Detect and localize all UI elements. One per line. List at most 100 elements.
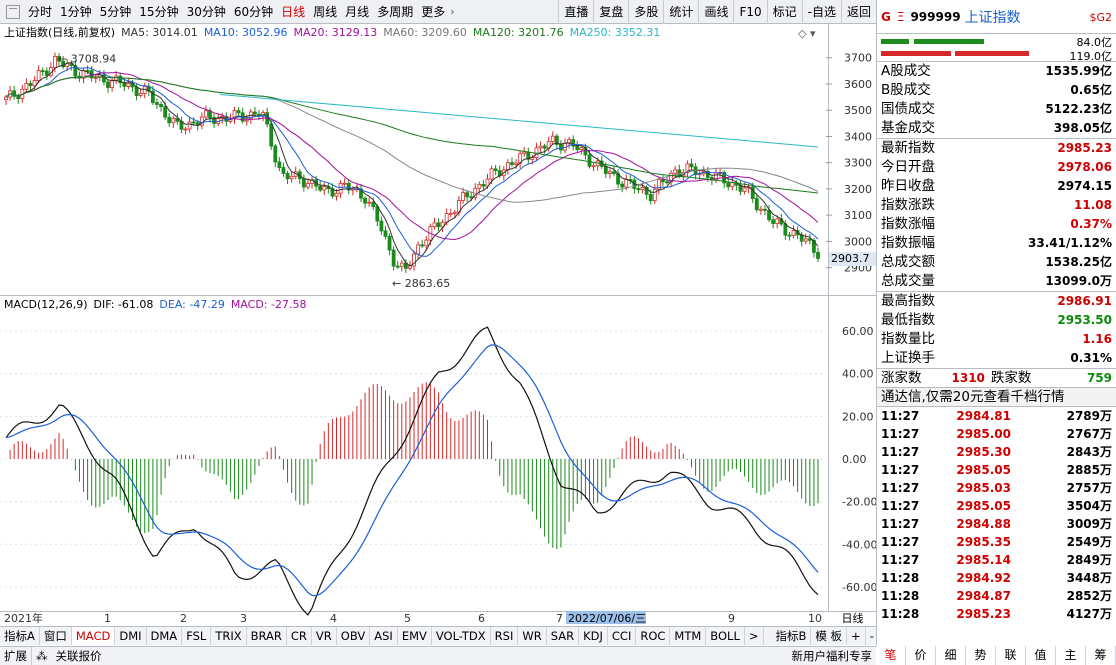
ma5-line [5, 62, 819, 267]
candle-body [416, 244, 421, 255]
ind-tab-asi[interactable]: ASI [370, 627, 398, 645]
tick-price: 2984.87 [956, 589, 1011, 603]
candle-body [465, 192, 469, 198]
ad-banner[interactable]: 通达信,仅需20元查看千档行情 [877, 388, 1116, 407]
tick-volume: 2885万 [1066, 463, 1112, 477]
ind-tab-dma[interactable]: DMA [147, 627, 183, 645]
dea-value: DEA: -47.29 [159, 297, 225, 311]
candle-body [771, 219, 776, 224]
quote-row-value: 2978.06 [1057, 160, 1112, 174]
live-button[interactable]: 直播 [558, 0, 593, 24]
ind-tab-obv[interactable]: OBV [337, 627, 371, 645]
tab-xi[interactable]: 细 [936, 646, 966, 665]
macd-title: MACD(12,26,9) [4, 297, 88, 311]
ind-tab-wr[interactable]: WR [518, 627, 547, 645]
tab-60min[interactable]: 60分钟 [230, 0, 277, 24]
tab-weekly[interactable]: 周线 [309, 0, 341, 24]
ind-tab-trix[interactable]: TRIX [211, 627, 247, 645]
group-icon[interactable]: G [881, 10, 891, 24]
ind-tab-roc[interactable]: ROC [636, 627, 671, 645]
tab-chou[interactable]: 筹 [1086, 646, 1116, 665]
quote-row-value: 1538.25亿 [1045, 255, 1112, 269]
kline-macd-chart[interactable]: ← 3708.94 ← 2863.65 3700 3600 3500 3400 3300 3… [0, 24, 877, 625]
related-quotes-icon[interactable]: ⁂ [31, 647, 52, 665]
chart-collapse-icons[interactable]: ◇ ▾ [798, 27, 815, 40]
ind-tab-kdj[interactable]: KDJ [579, 627, 608, 645]
tab-fenshi[interactable]: 分时 [24, 0, 56, 24]
candle-body [40, 70, 45, 73]
ind-tab-brar[interactable]: BRAR [247, 627, 287, 645]
quote-row: 国债成交 5122.23亿 [877, 100, 1116, 119]
candle-body [591, 165, 596, 168]
draw-line-button[interactable]: 画线 [698, 0, 733, 24]
macd-value: MACD: -27.58 [230, 297, 307, 311]
tab-jia[interactable]: 价 [906, 646, 936, 665]
ind-tab-dmi[interactable]: DMI [115, 627, 147, 645]
tab-daily[interactable]: 日线 [277, 0, 309, 24]
quote-row-label: 最低指数 [881, 312, 935, 328]
ind-tab-b[interactable]: 指标B [772, 627, 812, 645]
ind-tab-window[interactable]: 窗口 [40, 627, 72, 645]
review-button[interactable]: 复盘 [593, 0, 628, 24]
ind-tab-next[interactable]: > [745, 627, 764, 645]
tab-bi[interactable]: 笔 [876, 646, 906, 665]
ind-tab-cr[interactable]: CR [287, 627, 312, 645]
tab-15min[interactable]: 15分钟 [135, 0, 182, 24]
tab-1min[interactable]: 1分钟 [56, 0, 96, 24]
candle-body [204, 110, 208, 118]
remove-watchlist-button[interactable]: -自选 [801, 0, 841, 24]
sg-badge[interactable]: $G2 [1089, 11, 1112, 24]
tick-row: 11:27 2985.05 3504万 [877, 497, 1116, 515]
back-button[interactable]: 返回 [840, 0, 876, 24]
tab-30min[interactable]: 30分钟 [183, 0, 230, 24]
date-axis-label: 4 [330, 612, 337, 624]
candle-body [612, 171, 616, 174]
expand-button[interactable]: 扩展 [0, 647, 31, 665]
candle-body [726, 182, 731, 188]
ind-tab-sar[interactable]: SAR [547, 627, 580, 645]
tick-list[interactable]: 11:27 2984.81 2789万 11:27 2985.00 2767万 11:27 2… [877, 407, 1116, 623]
mark-button[interactable]: 标记 [766, 0, 802, 24]
chart-area[interactable]: ← 3708.94 ← 2863.65 3700 3600 3500 3400 3300 3… [0, 24, 877, 625]
tick-time: 11:27 [881, 535, 920, 549]
tab-zhi[interactable]: 值 [1026, 646, 1056, 665]
ind-tab-template[interactable]: 模 板 [811, 627, 848, 645]
quote-row: 指数涨跌 11.08 [877, 196, 1116, 215]
candle-body [363, 197, 367, 204]
ind-tab-fsl[interactable]: FSL [182, 627, 212, 645]
quote-row-value: 1535.99亿 [1045, 64, 1112, 78]
ind-tab-mtm[interactable]: MTM [670, 627, 707, 645]
ind-tab-cci[interactable]: CCI [608, 627, 637, 645]
candle-body [371, 201, 376, 207]
tab-lian[interactable]: 联 [996, 646, 1026, 665]
multi-stock-button[interactable]: 多股 [628, 0, 663, 24]
ind-tab-macd[interactable]: MACD [71, 627, 116, 645]
zoom-in-button[interactable]: + [847, 627, 866, 645]
price-axis-label: 3100 [844, 209, 872, 222]
ind-tab-boll[interactable]: BOLL [706, 627, 745, 645]
ind-tab-emv[interactable]: EMV [398, 627, 432, 645]
zoom-out-button[interactable]: - [866, 627, 876, 645]
tick-volume: 2767万 [1066, 427, 1112, 441]
related-quotes-button[interactable]: 关联报价 [52, 647, 106, 665]
tab-more[interactable]: 更多 [417, 0, 449, 24]
ind-tab-a[interactable]: 指标A [0, 627, 40, 645]
candle-body [253, 111, 257, 115]
tab-monthly[interactable]: 月线 [341, 0, 373, 24]
quote-panel-tabs: 笔 价 细 势 联 值 主 筹 [876, 646, 1116, 665]
stats-button[interactable]: 统计 [663, 0, 698, 24]
tab-zhu[interactable]: 主 [1056, 646, 1086, 665]
ind-tab-rsi[interactable]: RSI [491, 627, 519, 645]
green-bar [914, 39, 984, 44]
tab-5min[interactable]: 5分钟 [96, 0, 136, 24]
tab-multi-period[interactable]: 多周期 [373, 0, 417, 24]
menu-icon[interactable]: Ξ [897, 10, 905, 24]
candle-body [624, 179, 629, 188]
f10-button[interactable]: F10 [733, 0, 766, 24]
new-user-benefit-link[interactable]: 新用户福利专享 [788, 647, 877, 665]
chevron-right-icon[interactable]: › [450, 5, 454, 18]
ind-tab-vol-tdx[interactable]: VOL-TDX [432, 627, 491, 645]
tab-shi[interactable]: 势 [966, 646, 996, 665]
window-icon[interactable] [6, 4, 20, 19]
ind-tab-vr[interactable]: VR [312, 627, 337, 645]
